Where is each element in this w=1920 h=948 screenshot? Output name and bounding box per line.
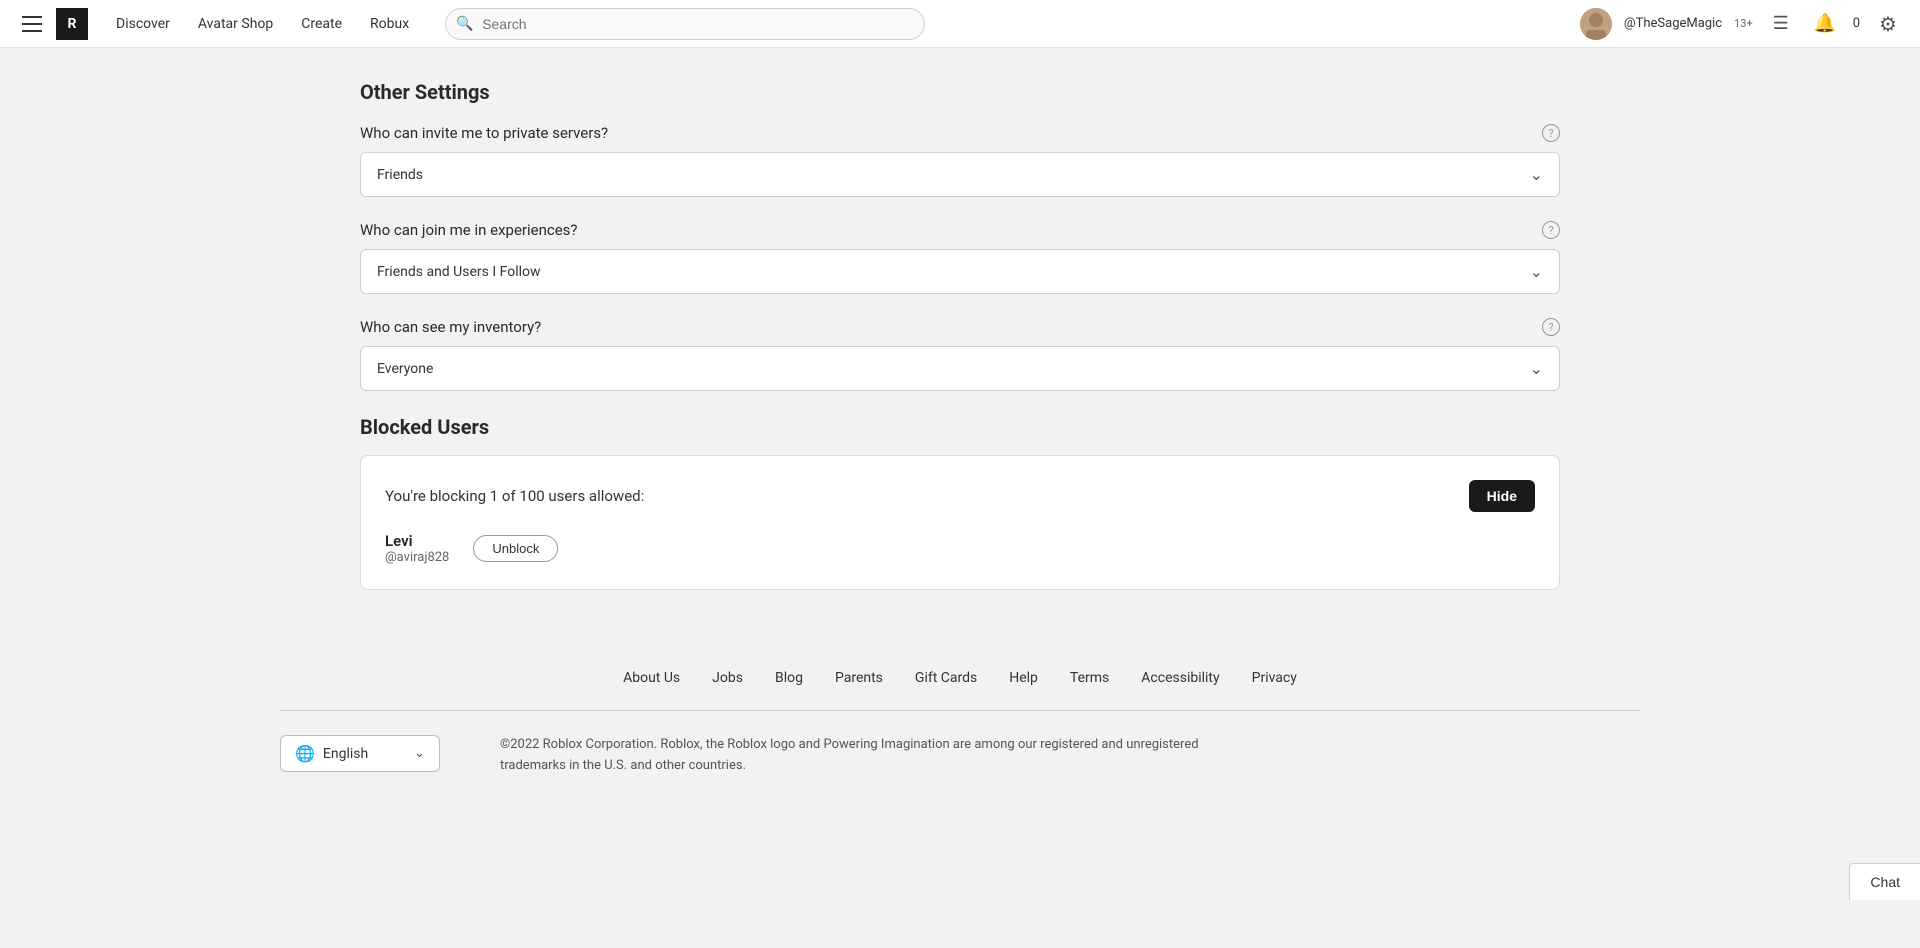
search-icon: 🔍 xyxy=(456,16,473,32)
setting-label-text-3: Who can see my inventory? xyxy=(360,318,541,336)
blocked-user-name: Levi xyxy=(385,532,449,550)
robux-count: 0 xyxy=(1853,16,1860,31)
search-input[interactable] xyxy=(445,8,925,40)
settings-button[interactable]: ⚙ xyxy=(1872,8,1904,40)
chevron-down-icon-lang: ⌄ xyxy=(414,746,425,761)
age-badge: 13+ xyxy=(1734,17,1753,30)
chevron-down-icon-1: ⌄ xyxy=(1530,165,1543,184)
help-icon-3[interactable]: ? xyxy=(1542,318,1560,336)
chevron-down-icon-2: ⌄ xyxy=(1530,262,1543,281)
avatar xyxy=(1580,8,1612,40)
blocked-users-section: Blocked Users You're blocking 1 of 100 u… xyxy=(360,415,1560,590)
globe-icon: 🌐 xyxy=(295,744,315,763)
footer-privacy[interactable]: Privacy xyxy=(1252,670,1297,686)
setting-label-1: Who can invite me to private servers? ? xyxy=(360,124,1560,142)
setting-label-text-2: Who can join me in experiences? xyxy=(360,221,578,239)
setting-inventory: Who can see my inventory? ? Everyone ⌄ xyxy=(360,318,1560,391)
username-label: @TheSageMagic xyxy=(1624,16,1722,31)
setting-label-2: Who can join me in experiences? ? xyxy=(360,221,1560,239)
nav-create[interactable]: Create xyxy=(289,10,354,38)
main-content: Other Settings Who can invite me to priv… xyxy=(0,48,1920,590)
nav-avatar-shop[interactable]: Avatar Shop xyxy=(186,10,285,38)
setting-label-text-1: Who can invite me to private servers? xyxy=(360,124,608,142)
language-selector[interactable]: 🌐 English ⌄ xyxy=(280,735,440,772)
join-experiences-dropdown[interactable]: Friends and Users I Follow ⌄ xyxy=(360,249,1560,294)
footer-blog[interactable]: Blog xyxy=(775,670,803,686)
notifications-button[interactable]: 🔔 xyxy=(1809,8,1841,40)
private-servers-dropdown[interactable]: Friends ⌄ xyxy=(360,152,1560,197)
footer-jobs[interactable]: Jobs xyxy=(712,670,743,686)
setting-label-3: Who can see my inventory? ? xyxy=(360,318,1560,336)
table-row: Levi @aviraj828 Unblock xyxy=(385,532,1535,565)
footer-copyright: ©2022 Roblox Corporation. Roblox, the Ro… xyxy=(500,735,1200,777)
messages-button[interactable]: ☰ xyxy=(1765,8,1797,40)
language-label: English xyxy=(323,746,368,762)
footer-help[interactable]: Help xyxy=(1009,670,1038,686)
hamburger-button[interactable] xyxy=(16,8,48,40)
blocked-users-card: You're blocking 1 of 100 users allowed: … xyxy=(360,455,1560,590)
nav-right: @TheSageMagic 13+ ☰ 🔔 0 ⚙ xyxy=(1580,8,1904,40)
settings-section: Other Settings Who can invite me to priv… xyxy=(360,48,1560,590)
footer-terms[interactable]: Terms xyxy=(1070,670,1109,686)
help-icon-2[interactable]: ? xyxy=(1542,221,1560,239)
chat-button[interactable]: Chat xyxy=(1849,863,1920,900)
section-title: Other Settings xyxy=(360,80,1560,104)
language-left: 🌐 English xyxy=(295,744,368,763)
setting-private-servers: Who can invite me to private servers? ? … xyxy=(360,124,1560,197)
nav-links: Discover Avatar Shop Create Robux xyxy=(104,10,421,38)
blocked-header: You're blocking 1 of 100 users allowed: … xyxy=(385,480,1535,512)
footer-about-us[interactable]: About Us xyxy=(623,670,680,686)
search-container: 🔍 xyxy=(445,8,925,40)
nav-discover[interactable]: Discover xyxy=(104,10,182,38)
setting-join-experiences: Who can join me in experiences? ? Friend… xyxy=(360,221,1560,294)
navbar: R Discover Avatar Shop Create Robux 🔍 @T… xyxy=(0,0,1920,48)
unblock-button[interactable]: Unblock xyxy=(473,535,558,562)
footer-parents[interactable]: Parents xyxy=(835,670,883,686)
blocked-user-info: Levi @aviraj828 xyxy=(385,532,449,565)
footer: About Us Jobs Blog Parents Gift Cards He… xyxy=(0,630,1920,809)
help-icon-1[interactable]: ? xyxy=(1542,124,1560,142)
footer-gift-cards[interactable]: Gift Cards xyxy=(915,670,977,686)
blocked-user-handle: @aviraj828 xyxy=(385,550,449,565)
chevron-down-icon-3: ⌄ xyxy=(1530,359,1543,378)
nav-robux[interactable]: Robux xyxy=(358,10,421,38)
blocked-users-title: Blocked Users xyxy=(360,415,1560,439)
inventory-dropdown[interactable]: Everyone ⌄ xyxy=(360,346,1560,391)
footer-bottom: 🌐 English ⌄ ©2022 Roblox Corporation. Ro… xyxy=(0,711,1920,809)
hide-button[interactable]: Hide xyxy=(1469,480,1535,512)
blocked-count-text: You're blocking 1 of 100 users allowed: xyxy=(385,487,644,505)
footer-accessibility[interactable]: Accessibility xyxy=(1141,670,1219,686)
roblox-logo: R xyxy=(56,8,88,40)
footer-links: About Us Jobs Blog Parents Gift Cards He… xyxy=(0,670,1920,710)
